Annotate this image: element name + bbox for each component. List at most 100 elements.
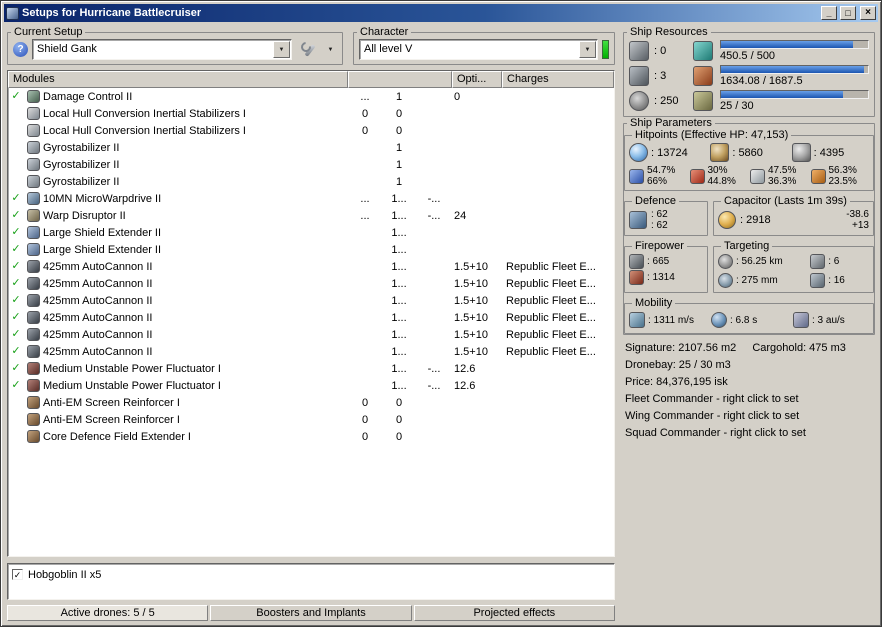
module-row[interactable]: ✓ Damage Control II ... 1 0	[8, 88, 614, 105]
upgrade-capacity-icon	[693, 91, 713, 111]
neutralizer-icon	[26, 379, 40, 392]
drones-panel: ✓ Hobgoblin II x5	[7, 563, 615, 600]
module-col-b: 1...	[391, 277, 407, 290]
setup-tools-button[interactable]	[296, 39, 320, 60]
module-col-b: 0	[395, 396, 403, 409]
module-row[interactable]: ✓ 425mm AutoCannon II 1... 1.5+10 Republ…	[8, 343, 614, 360]
module-name: 425mm AutoCannon II	[43, 277, 153, 290]
gyrostabilizer-icon	[26, 141, 40, 154]
module-optimal: 1.5+10	[454, 345, 488, 358]
module-active-check-icon: ✓	[11, 90, 21, 102]
summary-line: Dronebay: 25 / 30 m3	[625, 359, 731, 371]
module-row[interactable]: Local Hull Conversion Inertial Stabilize…	[8, 122, 614, 139]
neutralizer-icon	[26, 362, 40, 375]
capacitor-label: Capacitor (Lasts 1m 39s)	[724, 195, 847, 207]
wrench-icon	[300, 42, 316, 58]
blank-column-header[interactable]	[348, 71, 452, 88]
capacitor-group: Capacitor (Lasts 1m 39s) : 2918 -38.6 +1…	[713, 195, 874, 236]
charges-column-header[interactable]: Charges	[502, 71, 614, 88]
module-col-b: 1...	[391, 328, 407, 341]
module-row[interactable]: ✓ Warp Disruptor II ... 1... -... 24	[8, 207, 614, 224]
module-row[interactable]: ✓ 425mm AutoCannon II 1... 1.5+10 Republ…	[8, 275, 614, 292]
module-row[interactable]: ✓ Medium Unstable Power Fluctuator I 1..…	[8, 377, 614, 394]
module-row[interactable]: Anti-EM Screen Reinforcer I 0 0	[8, 411, 614, 428]
drone-row[interactable]: ✓ Hobgoblin II x5	[12, 567, 610, 582]
autocannon-icon	[26, 277, 40, 290]
module-active-check-icon: ✓	[11, 209, 21, 221]
resource-bar-fill	[721, 41, 854, 48]
module-row[interactable]: Gyrostabilizer II 1	[8, 156, 614, 173]
module-col-b: 1...	[391, 209, 407, 222]
mobility-cell: : 3 au/s	[793, 312, 869, 328]
module-row[interactable]: ✓ 425mm AutoCannon II 1... 1.5+10 Republ…	[8, 309, 614, 326]
module-row[interactable]: Gyrostabilizer II 1	[8, 139, 614, 156]
module-name: 425mm AutoCannon II	[43, 294, 153, 307]
character-select[interactable]: All level V ▼	[359, 39, 598, 60]
module-optimal: 12.6	[454, 379, 476, 392]
module-row[interactable]: Local Hull Conversion Inertial Stabilize…	[8, 105, 614, 122]
mobility-cell: : 6.8 s	[711, 312, 787, 328]
slot-count: : 0	[654, 45, 667, 57]
modules-rows: ✓ Damage Control II ... 1 0 Local Hull C…	[8, 88, 614, 556]
shield-extender-icon	[26, 243, 40, 256]
module-col-b: 1...	[391, 260, 407, 273]
module-row[interactable]: Gyrostabilizer II 1	[8, 173, 614, 190]
module-row[interactable]: ✓ Medium Unstable Power Fluctuator I 1..…	[8, 360, 614, 377]
targeting-value: : 6	[828, 256, 840, 267]
optimal-column-header[interactable]: Opti...	[452, 71, 502, 88]
ship-resources-group: Ship Resources : 0 450.5 / 500: 3 1634.…	[623, 26, 875, 117]
module-optimal: 1.5+10	[454, 294, 488, 307]
module-name: Gyrostabilizer II	[43, 158, 120, 171]
calibration-icon	[629, 91, 649, 111]
bottom-bar-item[interactable]: Projected effects	[413, 605, 615, 621]
module-row[interactable]: ✓ Large Shield Extender II 1...	[8, 224, 614, 241]
setup-select-value: Shield Gank	[37, 43, 97, 55]
module-row[interactable]: ✓ 425mm AutoCannon II 1... 1.5+10 Republ…	[8, 292, 614, 309]
module-row[interactable]: Anti-EM Screen Reinforcer I 0 0	[8, 394, 614, 411]
defence-icon	[629, 211, 647, 229]
module-row[interactable]: Core Defence Field Extender I 0 0	[8, 428, 614, 445]
minimize-button[interactable]: _	[821, 6, 837, 20]
bottom-bar-item[interactable]: Boosters and Implants	[210, 605, 412, 621]
setup-select-arrow-icon[interactable]: ▼	[273, 41, 290, 58]
shield-resist-value: 30%	[707, 165, 728, 176]
resource-bar-fill	[721, 66, 864, 73]
window-content: Current Setup ? Shield Gank ▼ ▼ Characte…	[4, 22, 878, 623]
modules-column-header[interactable]: Modules	[8, 71, 348, 88]
targeting-cells: : 56.25 km : 6 : 275 mm: 16	[718, 253, 869, 289]
rig-icon	[26, 396, 40, 409]
module-row[interactable]: ✓ 425mm AutoCannon II 1... 1.5+10 Republ…	[8, 326, 614, 343]
module-charges: Republic Fleet E...	[506, 260, 596, 273]
targeting-range-icon	[718, 254, 733, 269]
mobility-cells: : 1311 m/s : 6.8 s : 3 au/s	[629, 310, 869, 330]
left-panel: Current Setup ? Shield Gank ▼ ▼ Characte…	[7, 26, 615, 621]
resist-cell: 56.3% 23.5%	[810, 165, 870, 187]
app-icon	[6, 6, 19, 20]
drone-checkbox[interactable]: ✓	[12, 569, 23, 580]
module-col-c: -...	[427, 192, 441, 205]
module-row[interactable]: ✓ Large Shield Extender II 1...	[8, 241, 614, 258]
character-select-arrow-icon[interactable]: ▼	[579, 41, 596, 58]
shield-resist-value: 56.3%	[828, 165, 857, 176]
setup-tools-arrow-icon[interactable]: ▼	[324, 39, 337, 60]
summary-line: Wing Commander - right click to set	[625, 410, 800, 422]
ship-summary: Signature: 2107.56 m2 Cargohold: 475 m3 …	[623, 335, 875, 447]
module-row[interactable]: ✓ 10MN MicroWarpdrive II ... 1... -...	[8, 190, 614, 207]
module-col-c: -...	[427, 379, 441, 392]
warp-speed-icon	[793, 312, 809, 328]
character-group: Character All level V ▼	[353, 26, 615, 65]
maximize-button[interactable]: □	[840, 6, 856, 20]
powergrid-icon	[693, 66, 713, 86]
setup-select[interactable]: Shield Gank ▼	[32, 39, 292, 60]
module-row[interactable]: ✓ 425mm AutoCannon II 1... 1.5+10 Republ…	[8, 258, 614, 275]
bottom-bar-item[interactable]: Active drones: 5 / 5	[7, 605, 209, 621]
resource-row: : 250 25 / 30	[629, 90, 869, 112]
targeting-value: : 16	[828, 275, 845, 286]
titlebar[interactable]: Setups for Hurricane Battlecruiser _ □ ×	[4, 4, 878, 22]
hitpoints-label: Hitpoints (Effective HP: 47,153)	[635, 129, 789, 141]
close-button[interactable]: ×	[860, 6, 876, 20]
warp-disruptor-icon	[26, 209, 40, 222]
armor-resist-value: 44.8%	[707, 176, 736, 187]
help-icon[interactable]: ?	[13, 42, 28, 57]
bottom-bar-item-label: Boosters and Implants	[256, 607, 366, 619]
